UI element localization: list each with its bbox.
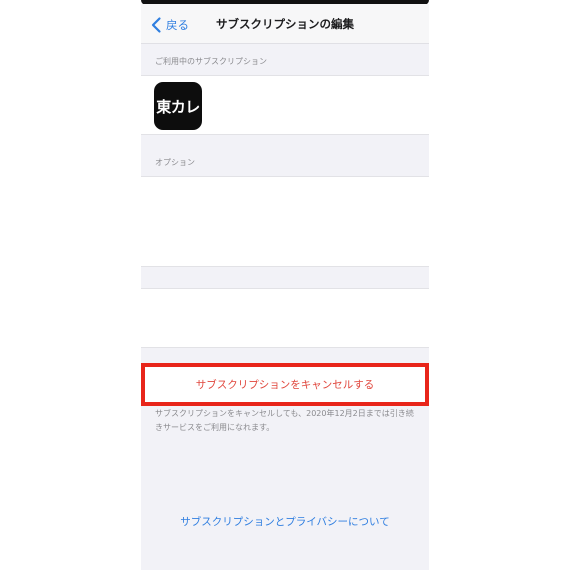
- privacy-link[interactable]: サブスクリプションとプライバシーについて: [141, 514, 429, 529]
- page-title: サブスクリプションの編集: [216, 17, 354, 31]
- app-icon-text: 東カレ: [156, 97, 200, 116]
- option-row-2[interactable]: [141, 288, 429, 348]
- navigation-bar: 戻る サブスクリプションの編集: [141, 4, 429, 44]
- cancel-subscription-label: サブスクリプションをキャンセルする: [195, 379, 375, 391]
- current-subscription-row[interactable]: 東カレ: [141, 75, 429, 135]
- section-header-options: オプション: [155, 158, 195, 167]
- cancel-footnote: サブスクリプションをキャンセルしても、2020年12月2日までは引き続きサービス…: [155, 409, 414, 432]
- app-icon: 東カレ: [154, 82, 202, 130]
- section-header-current: ご利用中のサブスクリプション: [155, 57, 267, 66]
- option-row-1[interactable]: [141, 176, 429, 267]
- phone-screen: 戻る サブスクリプションの編集 ご利用中のサブスクリプション 東カレ オプション…: [141, 0, 429, 570]
- cancel-subscription-button[interactable]: サブスクリプションをキャンセルする: [141, 363, 429, 406]
